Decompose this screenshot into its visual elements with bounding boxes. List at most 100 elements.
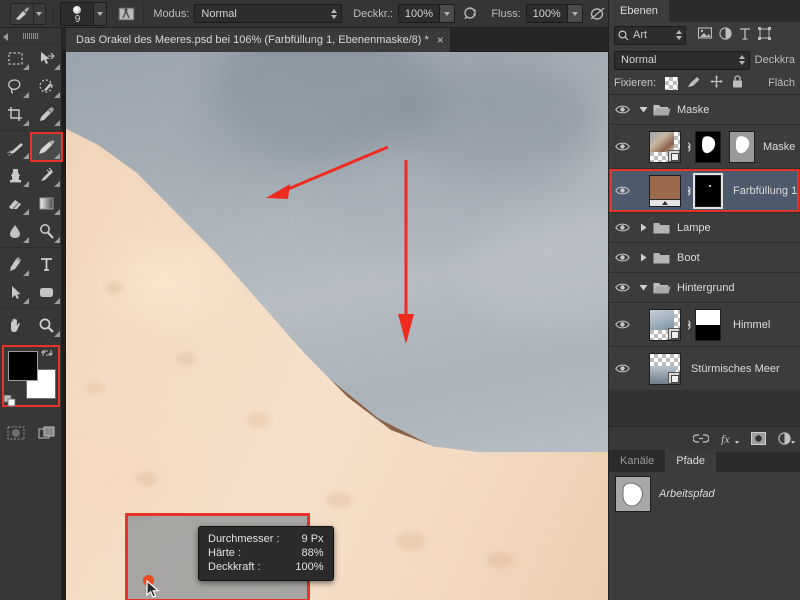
dodge-tool[interactable] — [31, 217, 62, 245]
smoothing-toggle[interactable] — [588, 3, 608, 25]
brush-size-preview[interactable]: 9 — [60, 1, 95, 26]
close-icon[interactable]: × — [437, 34, 444, 46]
layer-row-hintergrund-group[interactable]: Hintergrund — [609, 273, 800, 303]
disclosure-triangle-closed-icon[interactable] — [635, 253, 651, 262]
link-icon[interactable] — [681, 318, 695, 332]
opacity-dropdown[interactable] — [439, 4, 455, 23]
disclosure-triangle-closed-icon[interactable] — [635, 223, 651, 232]
path-row-arbeitspfad[interactable]: Arbeitspfad — [609, 472, 800, 516]
adjustment-layer-icon[interactable] — [778, 431, 795, 448]
disclosure-triangle-open-icon[interactable] — [635, 105, 651, 114]
brush-size-control[interactable]: 9 — [60, 1, 108, 26]
tablet-pressure-toggle[interactable] — [117, 3, 137, 25]
pen-tool[interactable] — [0, 250, 31, 278]
flow-control[interactable]: 100% — [525, 4, 583, 23]
eraser-tool[interactable] — [0, 189, 31, 217]
move-tool[interactable] — [31, 44, 62, 72]
lock-image-icon[interactable] — [687, 75, 701, 91]
pixel-filter-icon[interactable] — [697, 27, 713, 43]
eye-icon[interactable] — [609, 252, 635, 263]
link-icon[interactable] — [681, 184, 695, 198]
chevron-down-icon — [97, 11, 104, 16]
hand-tool[interactable] — [0, 311, 31, 339]
layer-row-lampe-group[interactable]: Lampe — [609, 213, 800, 243]
clone-stamp-tool[interactable] — [0, 161, 31, 189]
lock-position-icon[interactable] — [710, 75, 723, 91]
layer-row-boot-group[interactable]: Boot — [609, 243, 800, 273]
brush-parameters-tooltip: Durchmesser : 9 Px Härte : 88% Deckkraft… — [198, 526, 334, 581]
type-tool[interactable] — [31, 250, 62, 278]
brush-size-dropdown[interactable] — [94, 1, 108, 26]
canvas-area[interactable]: Durchmesser : 9 Px Härte : 88% Deckkraft… — [62, 52, 608, 600]
healing-brush-tool[interactable] — [0, 133, 31, 161]
brush-tool[interactable] — [30, 132, 63, 162]
stepper-icon — [331, 8, 338, 19]
tab-kanaele[interactable]: Kanäle — [609, 450, 666, 472]
lock-all-icon[interactable] — [732, 75, 743, 91]
default-colors-icon[interactable] — [3, 394, 16, 407]
eye-icon[interactable] — [609, 141, 635, 152]
document-tab[interactable]: Das Orakel des Meeres.psd bei 106% (Farb… — [66, 28, 451, 52]
tab-ebenen[interactable]: Ebenen — [609, 0, 669, 22]
add-mask-icon[interactable] — [751, 431, 766, 448]
lock-transparency-icon[interactable] — [665, 76, 679, 90]
layer-row-himmel[interactable]: Himmel — [609, 303, 800, 347]
airbrush-toggle[interactable] — [462, 3, 482, 25]
type-filter-icon[interactable] — [739, 27, 751, 43]
lasso-tool[interactable] — [0, 72, 31, 100]
eye-icon[interactable] — [609, 185, 635, 196]
layer-thumbnail[interactable] — [649, 308, 681, 341]
layer-thumbnail[interactable] — [649, 352, 681, 385]
adjustment-filter-icon[interactable] — [719, 27, 732, 43]
brush-dot-icon — [73, 5, 82, 14]
layer-mask-thumbnail[interactable] — [695, 130, 721, 163]
link-layers-icon[interactable] — [692, 433, 710, 447]
path-thumbnail[interactable] — [615, 476, 651, 512]
layer-row-maske-layer[interactable]: Maske — [609, 125, 800, 169]
layer-style-fx-icon[interactable]: fx — [721, 432, 739, 448]
swap-colors-icon[interactable] — [41, 347, 53, 362]
filter-type-select[interactable]: Art — [614, 25, 686, 45]
eye-icon[interactable] — [609, 282, 635, 293]
vector-mask-thumbnail[interactable] — [729, 130, 755, 163]
quick-mask-icon[interactable] — [0, 419, 31, 447]
layer-row-stuermisches-meer[interactable]: Stürmisches Meer — [609, 347, 800, 391]
zoom-tool[interactable] — [31, 311, 62, 339]
screen-mode-icon[interactable] — [31, 419, 62, 447]
marquee-tool[interactable] — [0, 44, 31, 72]
eye-icon[interactable] — [609, 319, 635, 330]
eye-icon[interactable] — [609, 222, 635, 233]
disclosure-triangle-open-icon[interactable] — [635, 283, 651, 292]
foreground-color-swatch[interactable] — [8, 351, 38, 381]
layer-lock-row: Fixieren: Fläch — [609, 72, 800, 94]
brush-tool-preview[interactable] — [10, 2, 34, 25]
layer-mask-thumbnail[interactable] — [695, 308, 721, 341]
brush-size-value: 9 — [74, 13, 81, 25]
fill-layer-mask-thumbnail[interactable] — [693, 172, 723, 209]
layer-blend-mode-select[interactable]: Normal — [614, 50, 750, 70]
gradient-tool[interactable] — [31, 189, 62, 217]
brush-preset-dropdown[interactable] — [33, 2, 46, 25]
flow-dropdown[interactable] — [567, 4, 583, 23]
toolbar-drag-handle[interactable] — [0, 28, 61, 44]
eye-icon[interactable] — [609, 363, 635, 374]
link-icon[interactable] — [681, 140, 695, 154]
layer-row-maske-group[interactable]: Maske — [609, 95, 800, 125]
blend-mode-select[interactable]: Normal — [194, 4, 343, 23]
tooltip-row: Härte : 88% — [208, 546, 324, 560]
eyedropper-tool[interactable] — [31, 100, 62, 128]
crop-tool[interactable] — [0, 100, 31, 128]
shape-tool[interactable] — [31, 278, 62, 306]
tab-pfade[interactable]: Pfade — [665, 450, 717, 472]
eye-icon[interactable] — [609, 104, 635, 115]
quick-selection-tool[interactable] — [31, 72, 62, 100]
path-selection-tool[interactable] — [0, 278, 31, 306]
layer-row-farbfuellung-1[interactable]: Farbfüllung 1 — [609, 169, 800, 213]
opacity-control[interactable]: 100% — [397, 4, 455, 23]
blur-tool[interactable] — [0, 217, 31, 245]
shape-filter-icon[interactable] — [758, 27, 771, 43]
history-brush-tool[interactable] — [31, 161, 62, 189]
fill-layer-thumbnail[interactable] — [649, 174, 681, 207]
lock-label: Fixieren: — [614, 77, 657, 89]
layer-thumbnail[interactable] — [649, 130, 681, 163]
